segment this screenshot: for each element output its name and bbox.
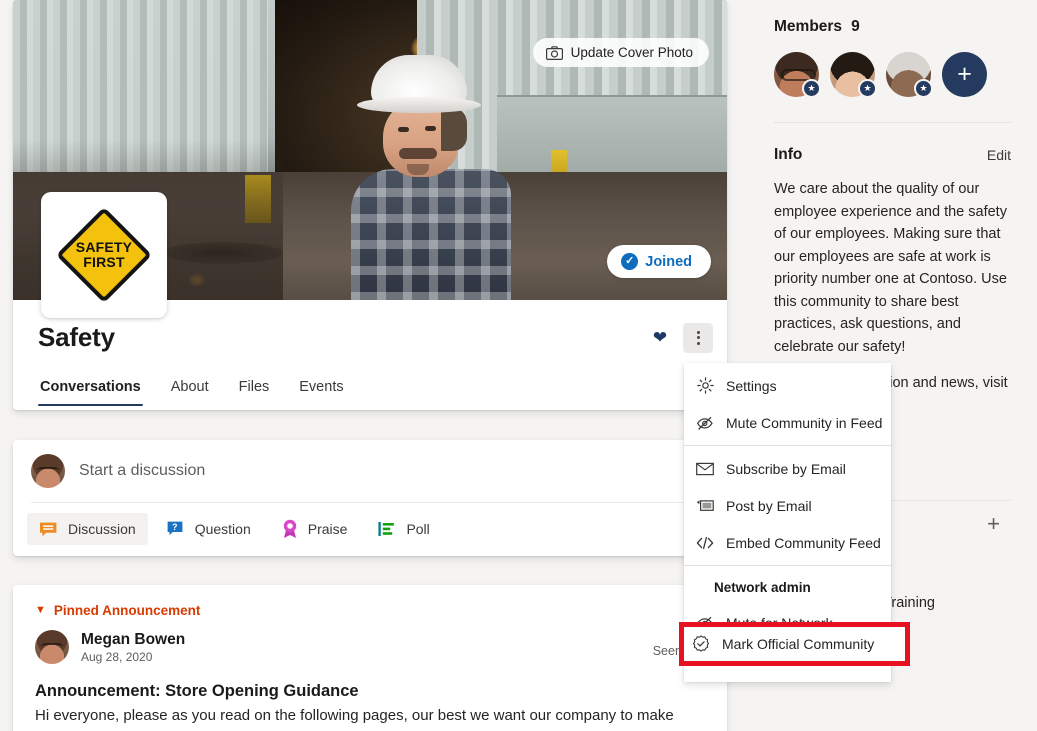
post-composer-card: Start a discussion Discussion ? bbox=[13, 440, 727, 556]
more-options-button[interactable] bbox=[683, 323, 713, 353]
sign-line-1: SAFETY bbox=[56, 240, 152, 255]
poll-icon bbox=[377, 520, 397, 538]
menu-item-label: Mute Community in Feed bbox=[726, 415, 882, 431]
post-body: Hi everyone, please as you read on the f… bbox=[13, 701, 727, 731]
composer-type-poll-label: Poll bbox=[406, 521, 429, 537]
composer-placeholder: Start a discussion bbox=[79, 462, 205, 480]
tab-conversations[interactable]: Conversations bbox=[38, 375, 143, 406]
post-author-meta: Megan Bowen Aug 28, 2020 bbox=[81, 630, 185, 664]
main-column: Update Cover Photo ✓ Joined SAFETY FIRST bbox=[13, 0, 727, 731]
mark-official-community-label: Mark Official Community bbox=[722, 636, 874, 652]
menu-item-settings[interactable]: Settings bbox=[684, 367, 891, 404]
menu-item-label: Post by Email bbox=[726, 498, 812, 514]
mark-official-community-highlight[interactable]: Mark Official Community bbox=[679, 622, 910, 666]
camera-icon bbox=[546, 46, 563, 60]
member-avatar-1[interactable]: ★ bbox=[774, 52, 819, 97]
joined-button[interactable]: ✓ Joined bbox=[607, 245, 711, 278]
members-title: Members bbox=[774, 18, 842, 36]
tab-events[interactable]: Events bbox=[297, 375, 345, 406]
member-avatar-2[interactable]: ★ bbox=[830, 52, 875, 97]
sidebar-divider bbox=[774, 122, 1011, 123]
members-count: 9 bbox=[851, 18, 860, 36]
star-badge-icon: ★ bbox=[914, 79, 933, 98]
mute-icon bbox=[696, 414, 714, 432]
plus-icon: + bbox=[957, 62, 972, 87]
gear-icon bbox=[696, 377, 714, 395]
info-description-text: We care about the quality of our employe… bbox=[774, 181, 1007, 355]
members-header: Members 9 bbox=[774, 18, 1011, 36]
question-icon: ? bbox=[166, 520, 186, 538]
community-avatar[interactable]: SAFETY FIRST bbox=[41, 192, 167, 318]
current-user-avatar bbox=[31, 454, 65, 488]
menu-separator bbox=[684, 565, 891, 566]
heart-icon: ❤ bbox=[653, 329, 667, 346]
pinned-announcement-card: ▼ Pinned Announcement Megan Bowen Aug 28… bbox=[13, 585, 727, 731]
post-header: Megan Bowen Aug 28, 2020 Seen by 5 bbox=[13, 618, 727, 664]
menu-item-mute-community-in-feed[interactable]: Mute Community in Feed bbox=[684, 404, 891, 441]
safety-first-sign-icon: SAFETY FIRST bbox=[56, 207, 152, 303]
svg-text:?: ? bbox=[172, 522, 178, 532]
post-author-name[interactable]: Megan Bowen bbox=[81, 630, 185, 649]
community-tabs: Conversations About Files Events bbox=[38, 375, 346, 406]
composer-type-praise[interactable]: Praise bbox=[269, 512, 360, 546]
praise-icon bbox=[281, 519, 299, 539]
info-header: Info Edit bbox=[774, 146, 1011, 164]
page-title: Safety bbox=[38, 322, 115, 353]
title-actions: ❤ bbox=[645, 323, 713, 353]
community-header-card: Update Cover Photo ✓ Joined SAFETY FIRST bbox=[13, 0, 727, 410]
title-row: Safety ❤ bbox=[13, 322, 727, 353]
joined-label: Joined bbox=[645, 254, 692, 270]
menu-item-label: Embed Community Feed bbox=[726, 535, 881, 551]
composer-type-buttons: Discussion ? Question Praise bbox=[13, 503, 727, 555]
pinned-announcement-toggle[interactable]: ▼ Pinned Announcement bbox=[13, 585, 727, 618]
update-cover-photo-label: Update Cover Photo bbox=[571, 45, 693, 60]
post-date: Aug 28, 2020 bbox=[81, 650, 185, 664]
info-edit-button[interactable]: Edit bbox=[987, 147, 1011, 163]
verified-badge-icon bbox=[692, 635, 710, 653]
yammer-community-page: Update Cover Photo ✓ Joined SAFETY FIRST bbox=[0, 0, 1037, 731]
menu-separator bbox=[684, 445, 891, 446]
pinned-announcement-label: Pinned Announcement bbox=[54, 603, 201, 618]
menu-item-label: Subscribe by Email bbox=[726, 461, 846, 477]
menu-item-embed-community-feed[interactable]: Embed Community Feed bbox=[684, 524, 891, 561]
check-circle-icon: ✓ bbox=[621, 253, 638, 270]
info-description: We care about the quality of our employe… bbox=[774, 178, 1011, 358]
add-member-button[interactable]: + bbox=[942, 52, 987, 97]
update-cover-photo-button[interactable]: Update Cover Photo bbox=[533, 38, 709, 67]
favorite-button[interactable]: ❤ bbox=[645, 323, 675, 353]
sign-line-2: FIRST bbox=[56, 255, 152, 270]
composer-type-question[interactable]: ? Question bbox=[154, 513, 263, 545]
cover-worker-figure bbox=[343, 55, 523, 300]
member-avatar-3[interactable]: ★ bbox=[886, 52, 931, 97]
menu-item-subscribe-by-email[interactable]: Subscribe by Email bbox=[684, 450, 891, 487]
post-title: Announcement: Store Opening Guidance bbox=[13, 664, 727, 701]
info-title: Info bbox=[774, 146, 802, 164]
composer-input-row[interactable]: Start a discussion bbox=[13, 440, 727, 502]
composer-type-poll[interactable]: Poll bbox=[365, 513, 441, 545]
menu-section-network-admin: Network admin bbox=[684, 570, 891, 604]
envelope-icon bbox=[696, 460, 714, 478]
composer-type-praise-label: Praise bbox=[308, 521, 348, 537]
star-badge-icon: ★ bbox=[802, 79, 821, 98]
add-resource-button[interactable]: + bbox=[987, 513, 1000, 535]
discussion-icon bbox=[39, 520, 59, 538]
post-author-avatar[interactable] bbox=[35, 630, 69, 664]
more-vertical-icon bbox=[697, 331, 700, 345]
tab-about[interactable]: About bbox=[169, 375, 211, 406]
member-avatar-list: ★ ★ ★ + bbox=[774, 52, 1011, 97]
tab-files[interactable]: Files bbox=[237, 375, 272, 406]
composer-type-discussion-label: Discussion bbox=[68, 521, 136, 537]
menu-item-post-by-email[interactable]: Post by Email bbox=[684, 487, 891, 524]
composer-type-question-label: Question bbox=[195, 521, 251, 537]
menu-item-label: Settings bbox=[726, 378, 777, 394]
code-icon bbox=[696, 534, 714, 552]
post-mail-icon bbox=[696, 497, 714, 515]
composer-type-discussion[interactable]: Discussion bbox=[27, 513, 148, 545]
chevron-down-icon: ▼ bbox=[35, 605, 46, 616]
star-badge-icon: ★ bbox=[858, 79, 877, 98]
